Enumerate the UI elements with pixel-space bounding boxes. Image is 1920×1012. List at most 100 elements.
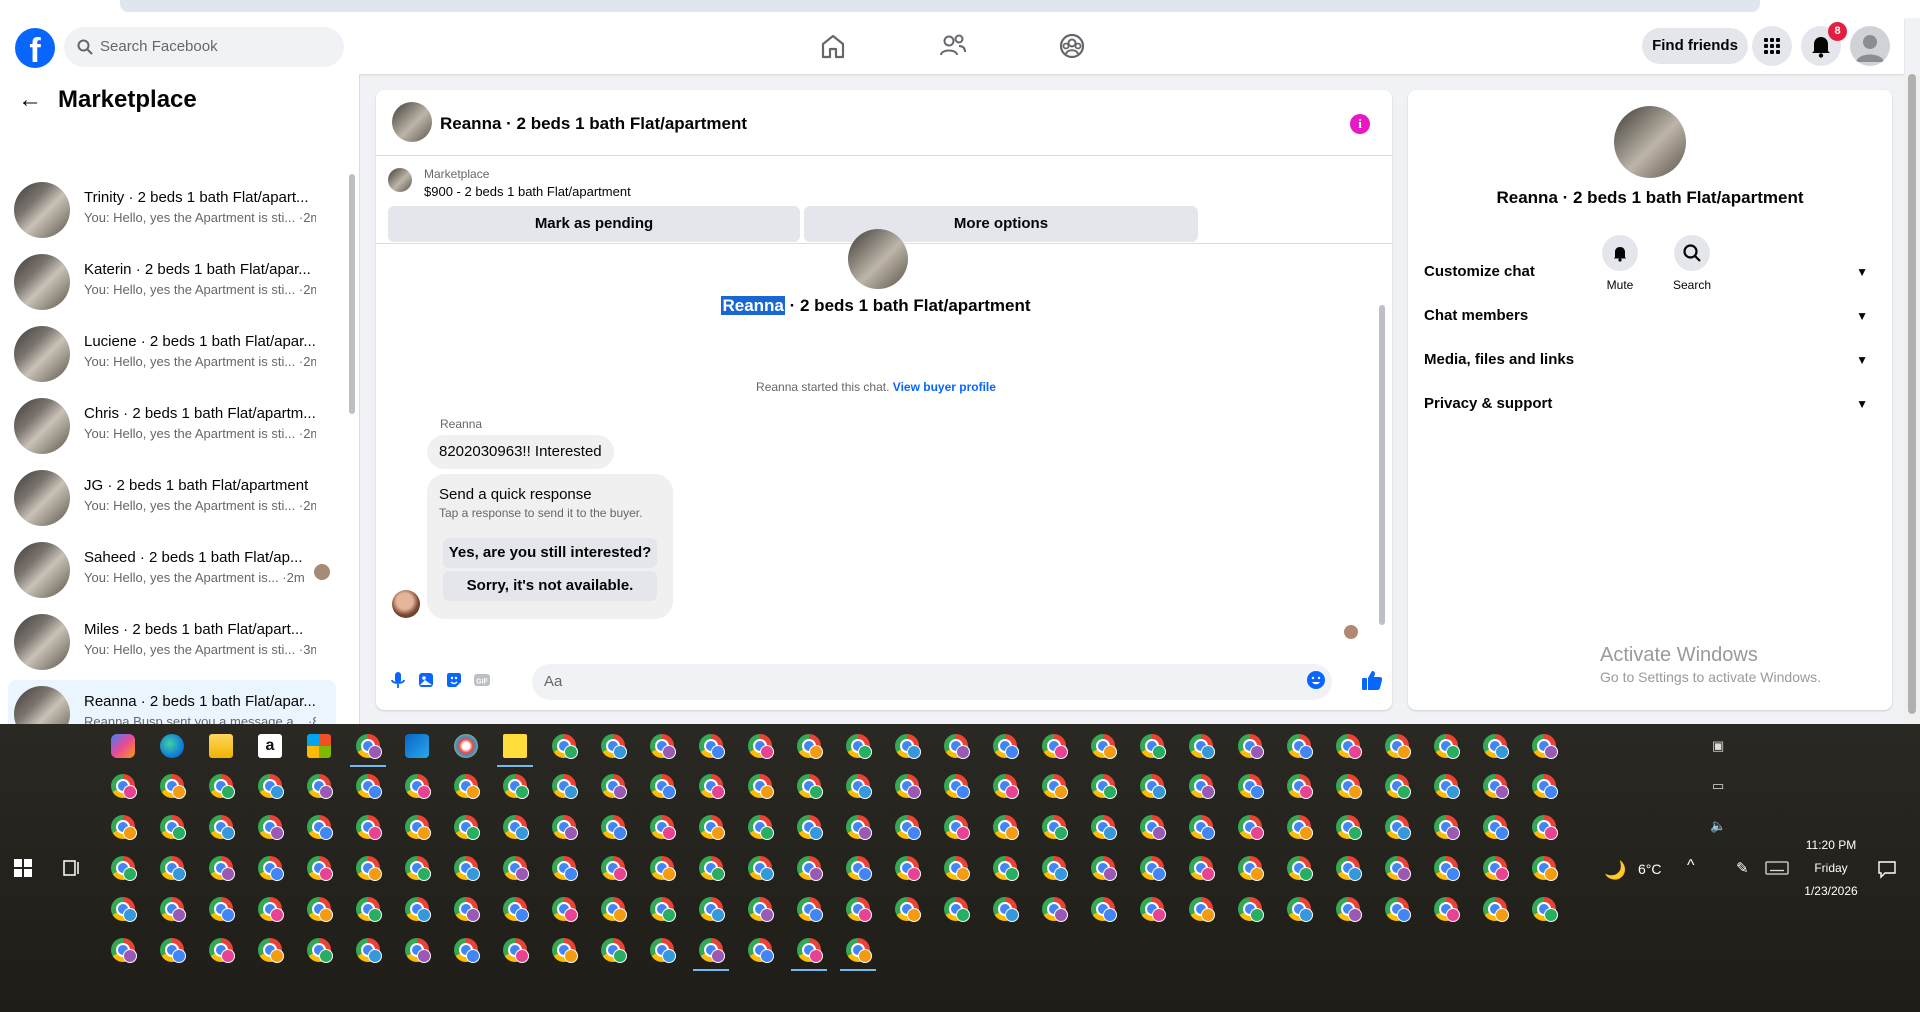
chrome-icon[interactable] xyxy=(1385,734,1410,758)
photo-icon[interactable] xyxy=(416,670,436,690)
sticker-icon[interactable] xyxy=(444,670,464,690)
chat-title[interactable]: Reanna · 2 beds 1 bath Flat/apartment xyxy=(440,114,747,134)
chrome-icon[interactable] xyxy=(650,897,675,921)
microphone-icon[interactable] xyxy=(388,670,408,690)
chrome-icon[interactable] xyxy=(944,856,969,880)
clock-date[interactable]: 1/23/2026 xyxy=(1796,884,1866,898)
file-explorer-icon[interactable] xyxy=(209,734,233,758)
keyboard-icon[interactable] xyxy=(1765,861,1789,875)
chrome-icon[interactable] xyxy=(748,734,773,758)
chrome-icon[interactable] xyxy=(846,734,871,758)
chrome-icon[interactable] xyxy=(650,856,675,880)
chrome-icon[interactable] xyxy=(944,774,969,798)
chrome-icon[interactable] xyxy=(160,856,185,880)
chrome-icon[interactable] xyxy=(356,938,381,962)
chrome-icon[interactable] xyxy=(503,815,528,839)
clock-time[interactable]: 11:20 PM xyxy=(1796,838,1866,852)
chrome-icon[interactable] xyxy=(748,856,773,880)
chrome-icon[interactable] xyxy=(1483,897,1508,921)
chrome-icon[interactable] xyxy=(993,815,1018,839)
chrome-icon[interactable] xyxy=(895,815,920,839)
chrome-icon[interactable] xyxy=(797,856,822,880)
chrome-icon[interactable] xyxy=(1385,856,1410,880)
chrome-icon[interactable] xyxy=(1140,897,1165,921)
sticky-notes-icon[interactable] xyxy=(503,734,527,758)
chrome-icon[interactable] xyxy=(1483,856,1508,880)
chrome-icon[interactable] xyxy=(846,774,871,798)
clock-day[interactable]: Friday xyxy=(1796,861,1866,875)
back-arrow-icon[interactable]: ← xyxy=(18,86,42,114)
chrome-icon[interactable] xyxy=(454,897,479,921)
chrome-icon[interactable] xyxy=(650,734,675,758)
chrome-icon[interactable] xyxy=(1140,856,1165,880)
chrome-icon[interactable] xyxy=(1483,734,1508,758)
chrome-icon[interactable] xyxy=(797,815,822,839)
friends-icon[interactable] xyxy=(937,30,969,62)
chrome-icon[interactable] xyxy=(895,734,920,758)
chrome-icon[interactable] xyxy=(1189,856,1214,880)
chrome-icon[interactable] xyxy=(601,815,626,839)
chrome-icon[interactable] xyxy=(1434,897,1459,921)
chrome-icon[interactable] xyxy=(307,856,332,880)
privacy-support-row[interactable]: Privacy & support ▼ xyxy=(1424,384,1876,424)
groups-icon[interactable] xyxy=(1056,30,1088,62)
chrome-icon[interactable] xyxy=(405,856,430,880)
chrome-icon[interactable] xyxy=(405,897,430,921)
amazon-icon[interactable]: a xyxy=(258,734,282,758)
chrome-icon[interactable] xyxy=(258,938,283,962)
chrome-icon[interactable] xyxy=(1532,774,1557,798)
chrome-icon[interactable] xyxy=(650,774,675,798)
view-buyer-profile-link[interactable]: View buyer profile xyxy=(893,380,996,394)
conversation-item[interactable]: Trinity · 2 beds 1 bath Flat/apart... You… xyxy=(8,176,336,244)
chrome-icon[interactable] xyxy=(356,774,381,798)
info-icon[interactable]: i xyxy=(1350,114,1370,134)
chrome-icon[interactable] xyxy=(1042,734,1067,758)
chrome-icon[interactable] xyxy=(1336,734,1361,758)
chrome-icon[interactable] xyxy=(1336,815,1361,839)
outlook-icon[interactable] xyxy=(405,734,429,758)
chrome-icon[interactable] xyxy=(1042,815,1067,839)
chrome-icon[interactable] xyxy=(1434,815,1459,839)
message-input[interactable]: Aa xyxy=(532,664,1332,700)
chrome-icon[interactable] xyxy=(1287,774,1312,798)
emoji-icon[interactable] xyxy=(1306,670,1326,690)
chrome-icon[interactable] xyxy=(1434,856,1459,880)
windows-start-icon[interactable] xyxy=(14,859,32,877)
chrome-icon[interactable] xyxy=(258,815,283,839)
chrome-icon[interactable] xyxy=(601,774,626,798)
chrome-icon[interactable] xyxy=(356,897,381,921)
chrome-icon[interactable] xyxy=(993,774,1018,798)
chrome-icon[interactable] xyxy=(503,938,528,962)
chrome-icon[interactable] xyxy=(699,856,724,880)
search-input[interactable]: Search Facebook xyxy=(64,27,344,67)
chrome-icon[interactable] xyxy=(1091,815,1116,839)
customize-chat-row[interactable]: Customize chat ▼ xyxy=(1424,252,1876,292)
chrome-icon[interactable] xyxy=(1287,856,1312,880)
media-files-links-row[interactable]: Media, files and links ▼ xyxy=(1424,340,1876,380)
chrome-icon[interactable] xyxy=(1336,897,1361,921)
chrome-icon[interactable] xyxy=(797,938,822,962)
microsoft-store-icon[interactable] xyxy=(307,734,331,758)
chrome-icon[interactable] xyxy=(1532,856,1557,880)
chrome-icon[interactable] xyxy=(503,897,528,921)
chrome-icon[interactable] xyxy=(1483,774,1508,798)
paint-icon[interactable] xyxy=(454,734,478,758)
conversation-item[interactable]: Katerin · 2 beds 1 bath Flat/apar... You:… xyxy=(8,248,336,316)
chrome-icon[interactable] xyxy=(601,897,626,921)
conversation-item[interactable]: Saheed · 2 beds 1 bath Flat/ap... You: He… xyxy=(8,536,336,604)
chrome-icon[interactable] xyxy=(1042,897,1067,921)
chrome-icon[interactable] xyxy=(1238,815,1263,839)
show-hidden-icons-chevron-icon[interactable]: ^ xyxy=(1687,857,1695,875)
chrome-icon[interactable] xyxy=(111,938,136,962)
copilot-icon[interactable] xyxy=(111,734,135,758)
chrome-icon[interactable] xyxy=(1287,815,1312,839)
gif-icon[interactable]: GIF xyxy=(472,670,492,690)
chrome-icon[interactable] xyxy=(405,938,430,962)
chrome-icon[interactable] xyxy=(1189,815,1214,839)
chrome-icon[interactable] xyxy=(1385,897,1410,921)
chrome-icon[interactable] xyxy=(1336,856,1361,880)
chrome-icon[interactable] xyxy=(454,774,479,798)
chrome-icon[interactable] xyxy=(307,897,332,921)
chrome-icon[interactable] xyxy=(944,734,969,758)
chrome-icon[interactable] xyxy=(601,938,626,962)
